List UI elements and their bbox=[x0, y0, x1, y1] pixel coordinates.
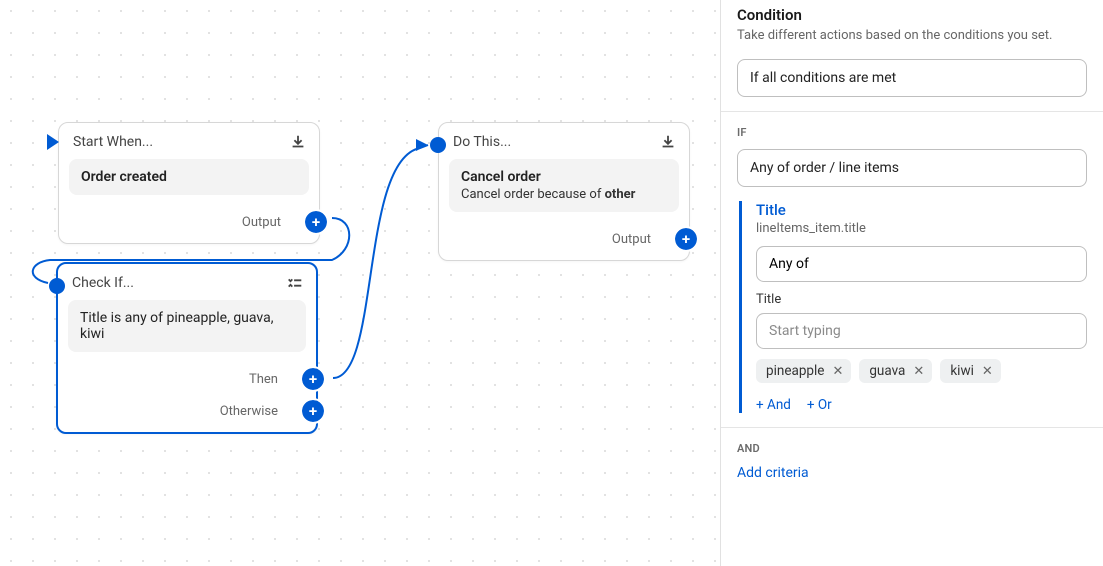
chip-label: kiwi bbox=[950, 363, 974, 379]
if-label: IF bbox=[737, 126, 1087, 139]
node-start-output-label: Output bbox=[242, 215, 281, 230]
add-and-link[interactable]: + And bbox=[756, 397, 791, 413]
add-or-link[interactable]: + Or bbox=[807, 397, 832, 413]
criteria-chips: pineapple ✕ guava ✕ kiwi ✕ bbox=[756, 359, 1087, 383]
node-action[interactable]: Do This... Cancel order Cancel order bec… bbox=[438, 122, 690, 261]
port-add-output[interactable]: + bbox=[305, 211, 327, 233]
port-in[interactable] bbox=[430, 137, 446, 153]
play-icon bbox=[45, 133, 61, 156]
chip-label: guava bbox=[869, 363, 905, 379]
chip-label: pineapple bbox=[766, 363, 824, 379]
criteria-value-label: Title bbox=[756, 292, 1087, 307]
node-action-title: Do This... bbox=[453, 134, 511, 150]
criteria-field-title[interactable]: Title bbox=[756, 201, 1087, 219]
node-action-output-label: Output bbox=[612, 232, 651, 247]
chip: guava ✕ bbox=[859, 359, 932, 383]
select-scope[interactable]: Any of order / line items bbox=[737, 149, 1087, 187]
panel-desc: Take different actions based on the cond… bbox=[737, 28, 1087, 43]
close-icon[interactable]: ✕ bbox=[980, 364, 995, 379]
add-criteria-link[interactable]: Add criteria bbox=[721, 465, 1103, 481]
workflow-canvas[interactable]: Start When... Order created Output + Che… bbox=[0, 0, 720, 566]
node-check-then-label: Then bbox=[249, 372, 278, 387]
node-action-body: Cancel order Cancel order because of oth… bbox=[449, 159, 679, 212]
config-panel: Condition Take different actions based o… bbox=[720, 0, 1103, 566]
criteria-value-input[interactable] bbox=[769, 323, 1074, 339]
node-check-otherwise-label: Otherwise bbox=[220, 404, 278, 419]
port-in[interactable] bbox=[49, 278, 65, 294]
import-icon[interactable] bbox=[659, 133, 677, 151]
chip: kiwi ✕ bbox=[940, 359, 1000, 383]
node-start-title: Start When... bbox=[73, 134, 153, 150]
port-add-otherwise[interactable]: + bbox=[302, 400, 324, 422]
node-start[interactable]: Start When... Order created Output + bbox=[58, 122, 320, 244]
chip: pineapple ✕ bbox=[756, 359, 851, 383]
select-operator[interactable]: Any of bbox=[756, 246, 1087, 282]
criteria-field-path: lineItems_item.title bbox=[756, 221, 1087, 236]
and-section-label: AND bbox=[737, 442, 1087, 455]
criteria-value-input-wrap[interactable] bbox=[756, 313, 1087, 349]
panel-title: Condition bbox=[737, 6, 1087, 24]
node-start-body: Order created bbox=[69, 159, 309, 195]
import-icon[interactable] bbox=[289, 133, 307, 151]
criteria-block: Title lineItems_item.title Any of Title … bbox=[739, 201, 1087, 413]
node-check-if[interactable]: Check If... Title is any of pineapple, g… bbox=[56, 262, 318, 434]
condition-list-icon[interactable] bbox=[286, 274, 304, 292]
close-icon[interactable]: ✕ bbox=[830, 364, 845, 379]
node-check-body: Title is any of pineapple, guava, kiwi bbox=[68, 300, 306, 352]
port-add-output[interactable]: + bbox=[675, 228, 697, 250]
select-logic-mode[interactable]: If all conditions are met bbox=[737, 59, 1087, 97]
close-icon[interactable]: ✕ bbox=[911, 364, 926, 379]
node-check-title: Check If... bbox=[72, 275, 134, 291]
port-add-then[interactable]: + bbox=[302, 368, 324, 390]
